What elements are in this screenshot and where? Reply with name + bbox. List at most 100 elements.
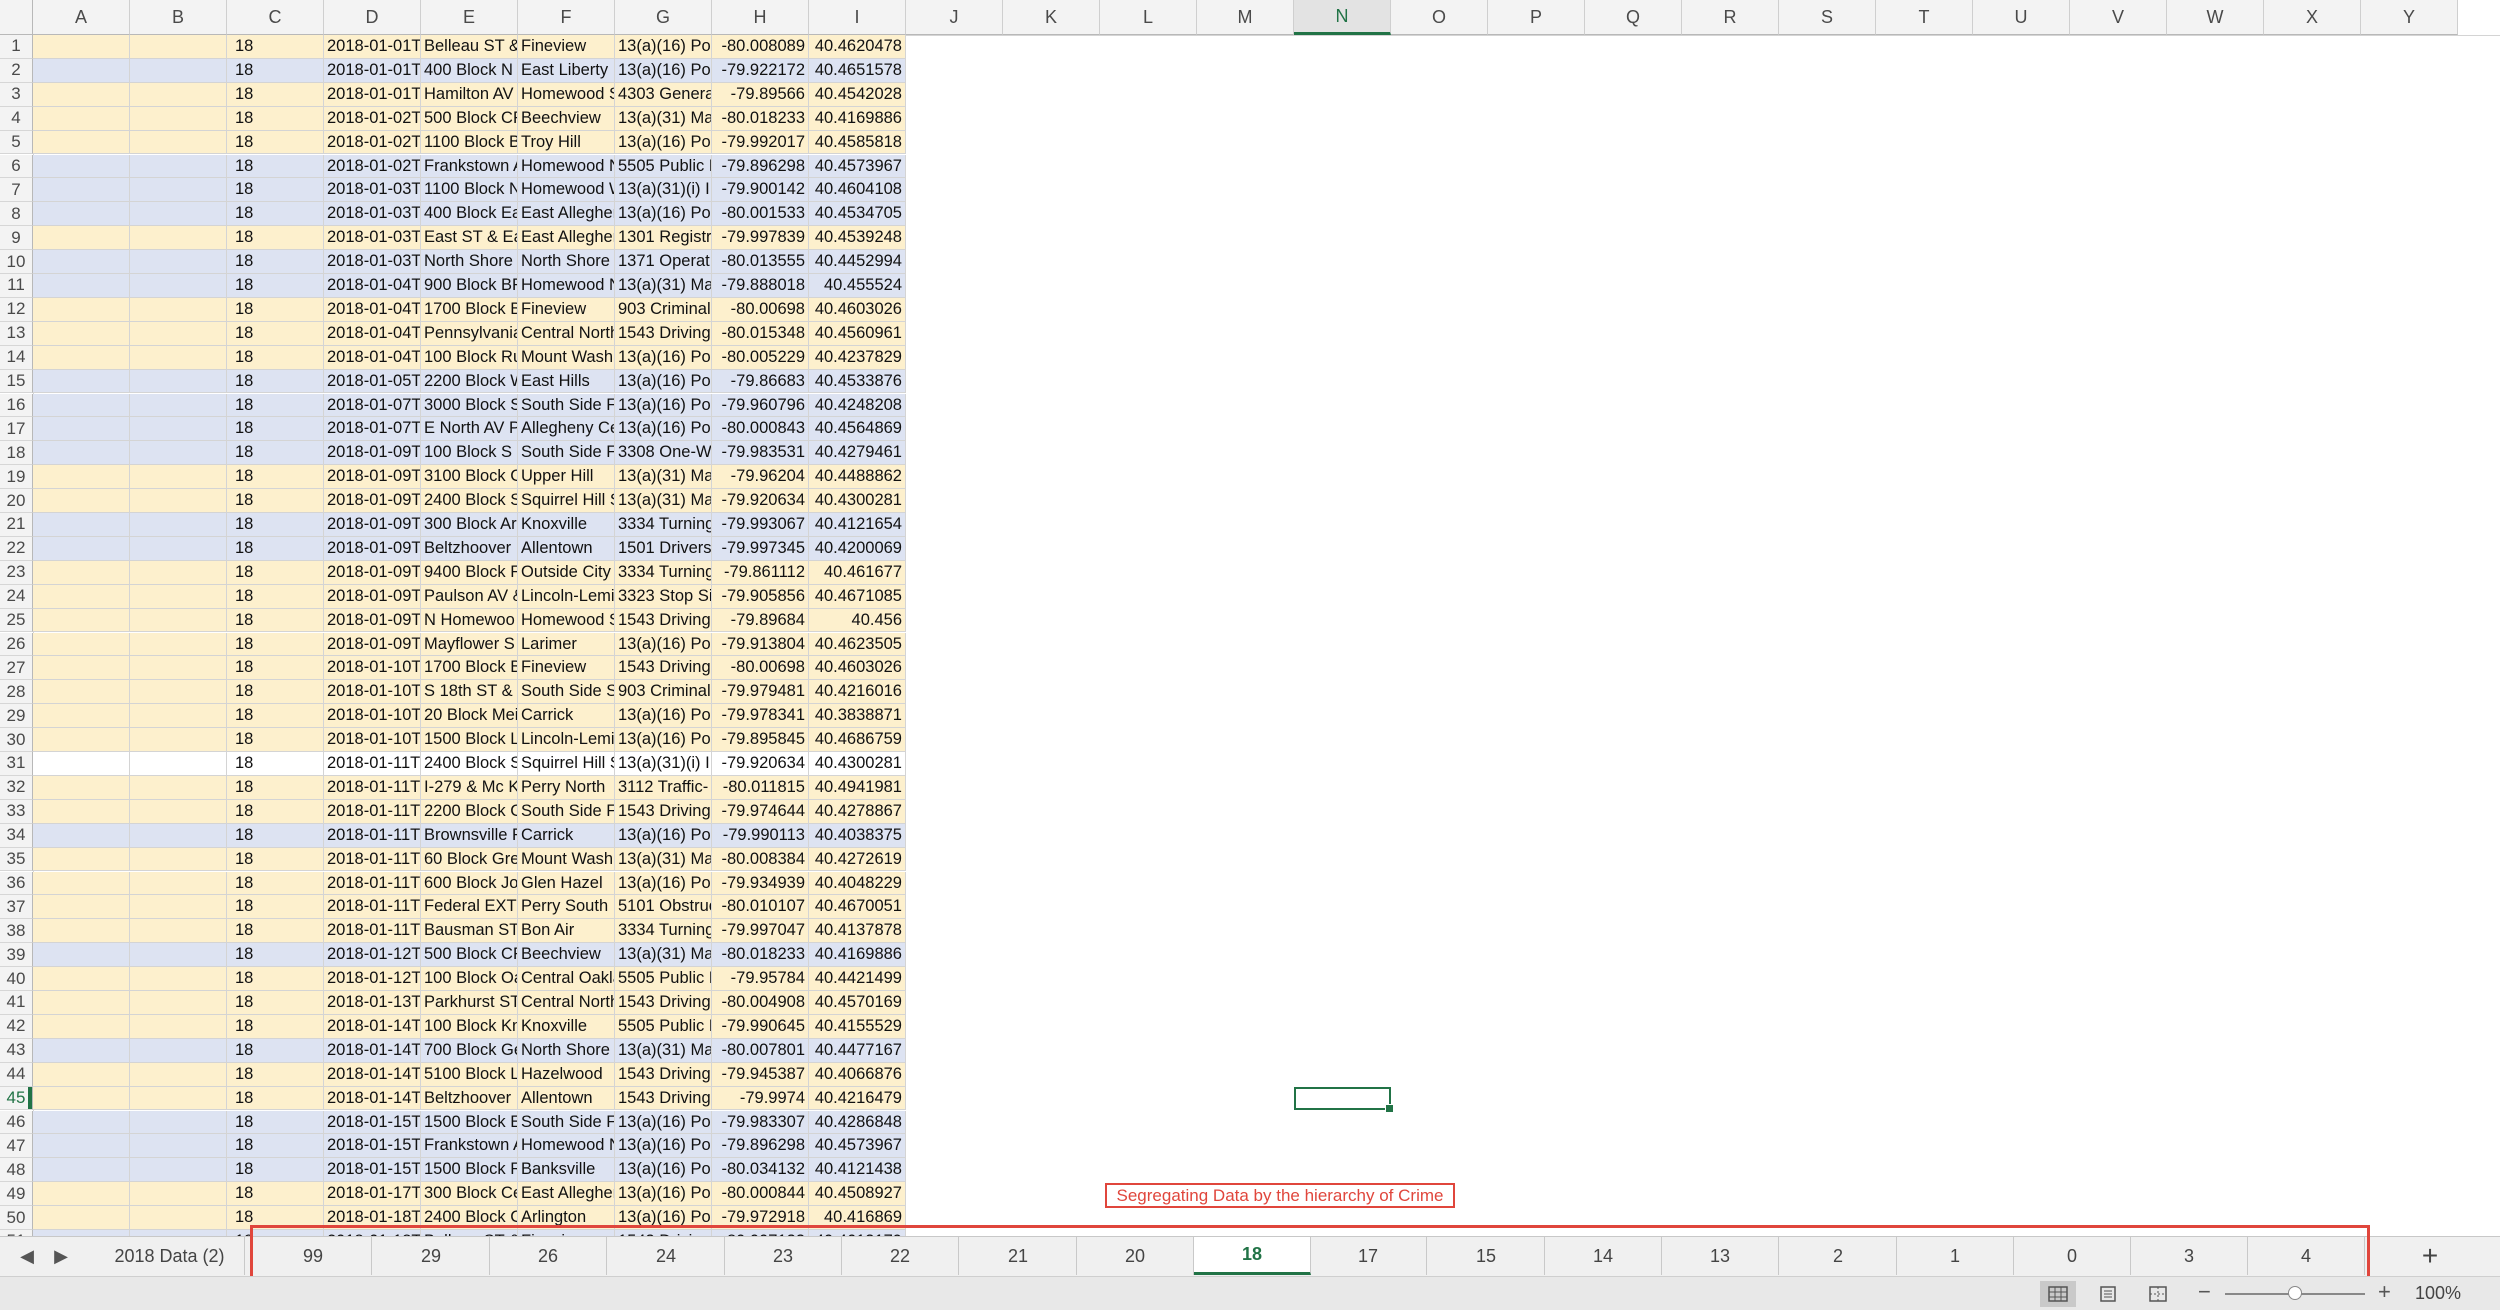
cell-b[interactable] (130, 895, 227, 920)
cell-e[interactable]: Parkhurst ST (421, 991, 518, 1015)
sheet-tab[interactable]: 3 (2131, 1237, 2248, 1275)
cell-h[interactable]: -79.972918 (712, 1206, 809, 1230)
cell-i[interactable]: 40.4248208 (809, 393, 906, 418)
cell-g[interactable]: 13(a)(16) Po (615, 632, 712, 657)
cell-c[interactable]: 18 (227, 775, 324, 800)
column-header-n[interactable]: N (1294, 0, 1391, 35)
cell-c[interactable]: 18 (227, 1110, 324, 1135)
cell-i[interactable]: 40.4573967 (809, 1134, 906, 1159)
prev-sheet-arrow-icon[interactable]: ◀ (14, 1243, 40, 1269)
row-header[interactable]: 13 (0, 321, 33, 346)
cell-a[interactable] (33, 919, 130, 944)
cell-d[interactable]: 2018-01-18T (324, 1206, 421, 1230)
cell-g[interactable]: 1543 Driving (615, 656, 712, 681)
cell-b[interactable] (130, 35, 227, 59)
cell-d[interactable]: 2018-01-02T (324, 106, 421, 131)
cell-d[interactable]: 2018-01-10T (324, 704, 421, 729)
cell-d[interactable]: 2018-01-09T (324, 560, 421, 585)
cell-h[interactable]: -79.89684 (712, 608, 809, 633)
cell-h[interactable]: -79.896298 (712, 1134, 809, 1159)
cell-d[interactable]: 2018-01-14T (324, 1038, 421, 1063)
cell-f[interactable]: Beechview (518, 106, 615, 131)
cell-d[interactable]: 2018-01-01T (324, 35, 421, 59)
cell-i[interactable]: 40.4620478 (809, 35, 906, 59)
cell-a[interactable] (33, 1062, 130, 1087)
cell-c[interactable]: 18 (227, 417, 324, 442)
cell-f[interactable]: Upper Hill (518, 465, 615, 490)
cell-b[interactable] (130, 106, 227, 131)
cell-g[interactable]: 13(a)(16) Po (615, 35, 712, 59)
cell-a[interactable] (33, 632, 130, 657)
row-header[interactable]: 50 (0, 1206, 33, 1230)
cell-a[interactable] (33, 560, 130, 585)
cell-i[interactable]: 40.4651578 (809, 58, 906, 83)
cell-c[interactable]: 18 (227, 274, 324, 298)
cell-a[interactable] (33, 871, 130, 896)
cell-e[interactable]: Frankstown A (421, 1134, 518, 1159)
row-header[interactable]: 20 (0, 489, 33, 513)
row-header[interactable]: 32 (0, 775, 33, 800)
zoom-out-button[interactable]: − (2198, 1279, 2211, 1305)
cell-f[interactable]: Homewood S (518, 82, 615, 107)
cell-h[interactable]: -79.983531 (712, 441, 809, 466)
cell-g[interactable]: 13(a)(16) Po (615, 369, 712, 394)
cell-i[interactable]: 40.4169886 (809, 106, 906, 131)
sheet-tab[interactable]: 15 (1428, 1237, 1545, 1275)
cell-b[interactable] (130, 154, 227, 179)
cell-i[interactable]: 40.4169886 (809, 943, 906, 968)
cell-e[interactable]: 1700 Block B (421, 297, 518, 322)
cell-h[interactable]: -79.992017 (712, 130, 809, 155)
cell-d[interactable]: 2018-01-03T (324, 250, 421, 274)
cell-e[interactable]: 2400 Block C (421, 1206, 518, 1230)
cell-a[interactable] (33, 82, 130, 107)
row-header[interactable]: 11 (0, 274, 33, 298)
cell-h[interactable]: -79.920634 (712, 752, 809, 776)
cell-h[interactable]: -80.011815 (712, 775, 809, 800)
column-header-c[interactable]: C (227, 0, 324, 35)
cell-i[interactable]: 40.4137878 (809, 919, 906, 944)
cell-h[interactable]: -79.86683 (712, 369, 809, 394)
cell-d[interactable]: 2018-01-09T (324, 584, 421, 609)
row-header[interactable]: 23 (0, 560, 33, 585)
sheet-tab[interactable]: 29 (373, 1237, 490, 1275)
cell-i[interactable]: 40.4121654 (809, 513, 906, 537)
row-header[interactable]: 18 (0, 441, 33, 466)
cell-d[interactable]: 2018-01-01T (324, 82, 421, 107)
cell-c[interactable]: 18 (227, 1038, 324, 1063)
cell-f[interactable]: South Side F (518, 441, 615, 466)
row-header[interactable]: 10 (0, 250, 33, 274)
cell-i[interactable]: 40.4278867 (809, 799, 906, 824)
cell-d[interactable]: 2018-01-03T (324, 226, 421, 251)
cell-g[interactable]: 13(a)(16) Po (615, 345, 712, 370)
cell-f[interactable]: Perry North (518, 775, 615, 800)
cell-e[interactable]: 100 Block S 1 (421, 441, 518, 466)
row-header[interactable]: 40 (0, 967, 33, 991)
cell-h[interactable]: -80.000843 (712, 417, 809, 442)
cell-i[interactable]: 40.4300281 (809, 489, 906, 513)
cell-h[interactable]: -79.960796 (712, 393, 809, 418)
cell-e[interactable]: Pennsylvania (421, 321, 518, 346)
cell-f[interactable]: Allentown (518, 536, 615, 561)
cell-i[interactable]: 40.4121438 (809, 1158, 906, 1183)
row-header[interactable]: 4 (0, 106, 33, 131)
cell-d[interactable]: 2018-01-15T (324, 1134, 421, 1159)
cell-a[interactable] (33, 967, 130, 991)
cell-a[interactable] (33, 441, 130, 466)
cell-a[interactable] (33, 465, 130, 490)
cell-g[interactable]: 3334 Turning (615, 560, 712, 585)
cell-e[interactable]: Paulson AV & (421, 584, 518, 609)
cell-b[interactable] (130, 250, 227, 274)
cell-d[interactable]: 2018-01-01T (324, 58, 421, 83)
row-header[interactable]: 26 (0, 632, 33, 657)
cell-d[interactable]: 2018-01-14T (324, 1086, 421, 1111)
column-header-l[interactable]: L (1100, 0, 1197, 35)
cell-b[interactable] (130, 656, 227, 681)
column-header-m[interactable]: M (1197, 0, 1294, 35)
cell-b[interactable] (130, 465, 227, 490)
cell-d[interactable]: 2018-01-04T (324, 345, 421, 370)
cell-g[interactable]: 5101 Obstruc (615, 895, 712, 920)
cell-g[interactable]: 13(a)(31) Ma (615, 847, 712, 872)
cell-c[interactable]: 18 (227, 178, 324, 203)
cell-i[interactable]: 40.4216016 (809, 680, 906, 705)
cell-e[interactable]: 500 Block CR (421, 106, 518, 131)
